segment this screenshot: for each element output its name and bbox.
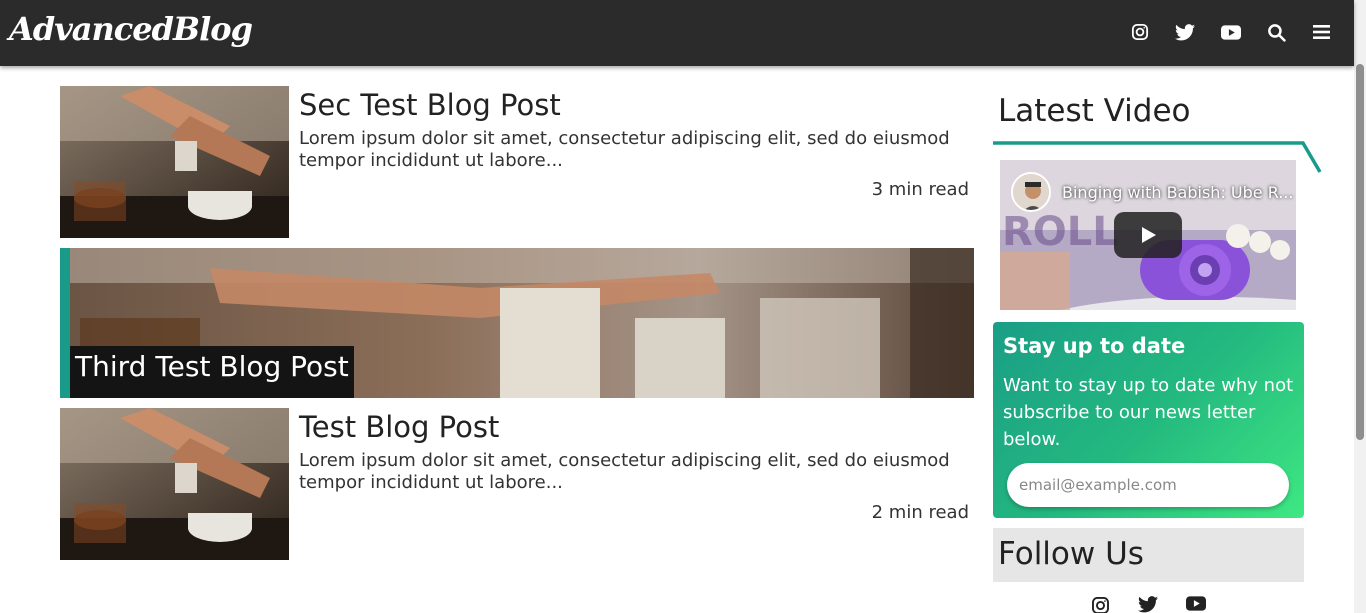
featured-post-title[interactable]: Third Test Blog Post xyxy=(70,346,354,398)
instagram-icon[interactable] xyxy=(1128,20,1152,44)
youtube-icon[interactable] xyxy=(1186,596,1206,613)
blog-post-card[interactable]: Sec Test Blog Post Lorem ipsum dolor sit… xyxy=(60,86,974,238)
twitter-icon[interactable] xyxy=(1138,596,1158,613)
featured-accent-bar xyxy=(60,248,70,398)
email-field[interactable] xyxy=(1007,463,1289,507)
instagram-icon[interactable] xyxy=(1091,596,1111,613)
top-navbar: AdvancedBlog xyxy=(0,0,1354,66)
post-excerpt: Lorem ipsum dolor sit amet, consectetur … xyxy=(299,128,950,171)
latest-video-heading: Latest Video xyxy=(998,93,1191,129)
video-title[interactable]: Binging with Babish: Ube R... xyxy=(1062,183,1294,202)
read-time: 3 min read xyxy=(871,179,969,200)
page-scrollbar[interactable] xyxy=(1354,0,1366,613)
scrollbar-thumb[interactable] xyxy=(1356,64,1364,440)
youtube-video-embed[interactable]: ROLL Binging with Babish: Ube R... xyxy=(1000,160,1296,310)
youtube-icon[interactable] xyxy=(1219,20,1243,44)
follow-us-heading: Follow Us xyxy=(998,536,1144,572)
post-title[interactable]: Test Blog Post xyxy=(299,410,499,444)
blog-post-card[interactable]: Test Blog Post Lorem ipsum dolor sit ame… xyxy=(60,408,974,560)
play-button-icon[interactable] xyxy=(1114,212,1182,258)
site-logo[interactable]: AdvancedBlog xyxy=(9,10,253,48)
channel-avatar[interactable] xyxy=(1011,172,1051,212)
post-title[interactable]: Sec Test Blog Post xyxy=(299,88,561,122)
search-icon[interactable] xyxy=(1264,20,1288,44)
post-thumbnail[interactable] xyxy=(60,408,289,560)
svg-text:ROLL: ROLL xyxy=(1002,209,1118,255)
post-thumbnail[interactable] xyxy=(60,86,289,238)
featured-post-card[interactable]: Third Test Blog Post xyxy=(60,248,974,398)
newsletter-title: Stay up to date xyxy=(1003,334,1186,358)
read-time: 2 min read xyxy=(871,502,969,523)
menu-icon[interactable] xyxy=(1309,20,1333,44)
newsletter-description: Want to stay up to date why not subscrib… xyxy=(1003,375,1294,450)
follow-us-box: Follow Us xyxy=(993,528,1304,582)
newsletter-signup: Stay up to date Want to stay up to date … xyxy=(993,322,1304,518)
twitter-icon[interactable] xyxy=(1173,20,1197,44)
post-excerpt: Lorem ipsum dolor sit amet, consectetur … xyxy=(299,450,950,493)
